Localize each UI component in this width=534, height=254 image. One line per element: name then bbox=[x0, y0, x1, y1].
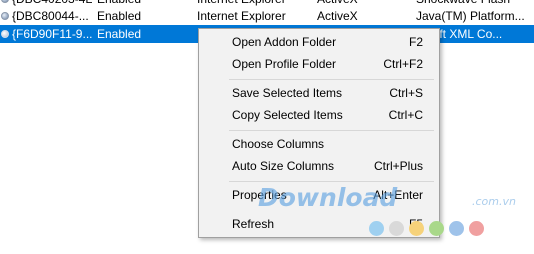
menu-item-open-profile-folder[interactable]: Open Profile Folder Ctrl+F2 bbox=[201, 54, 437, 74]
addon-status-cell: Enabled bbox=[97, 9, 142, 23]
menu-item-shortcut: Ctrl+S bbox=[389, 86, 423, 100]
menu-item-shortcut: Ctrl+C bbox=[388, 108, 423, 122]
addon-icon bbox=[1, 30, 9, 38]
addon-description-cell: Java(TM) Platform... bbox=[416, 9, 525, 23]
menu-item-label: Open Profile Folder bbox=[232, 57, 337, 71]
menu-item-properties[interactable]: Properties Alt+Enter bbox=[201, 185, 437, 205]
menu-item-auto-size-columns[interactable]: Auto Size Columns Ctrl+Plus bbox=[201, 156, 437, 176]
menu-item-choose-columns[interactable]: Choose Columns bbox=[201, 134, 437, 154]
addon-type-cell: ActiveX bbox=[317, 9, 358, 23]
menu-separator bbox=[229, 79, 434, 80]
menu-item-label: Copy Selected Items bbox=[232, 108, 343, 122]
addon-name-cell: {F6D90F11-9... bbox=[12, 27, 92, 41]
addon-browser-cell: Internet Explorer bbox=[197, 9, 286, 23]
menu-item-label: Refresh bbox=[232, 217, 275, 231]
menu-item-refresh[interactable]: Refresh F5 bbox=[201, 214, 437, 234]
context-menu: Open Addon Folder F2 Open Profile Folder… bbox=[198, 28, 440, 238]
menu-item-label: Open Addon Folder bbox=[232, 35, 337, 49]
menu-item-label: Save Selected Items bbox=[232, 86, 343, 100]
addon-icon bbox=[1, 0, 9, 3]
menu-item-copy-selected-items[interactable]: Copy Selected Items Ctrl+C bbox=[201, 105, 437, 125]
addon-icon bbox=[1, 12, 9, 20]
menu-item-save-selected-items[interactable]: Save Selected Items Ctrl+S bbox=[201, 83, 437, 103]
menu-separator bbox=[229, 130, 434, 131]
menu-item-shortcut: F2 bbox=[408, 35, 423, 49]
menu-item-shortcut: F5 bbox=[408, 217, 423, 231]
menu-item-open-addon-folder[interactable]: Open Addon Folder F2 bbox=[201, 32, 437, 52]
list-row[interactable]: {DBC80044-... Enabled Internet Explorer … bbox=[0, 7, 534, 25]
menu-separator bbox=[229, 181, 434, 182]
menu-item-shortcut: Alt+Enter bbox=[373, 188, 423, 202]
menu-item-shortcut: Ctrl+F2 bbox=[383, 57, 423, 71]
addon-status-cell: Enabled bbox=[97, 27, 142, 41]
menu-item-shortcut: Ctrl+Plus bbox=[373, 159, 423, 173]
menu-item-label: Choose Columns bbox=[232, 137, 325, 151]
addon-name-cell: {DBC80044-... bbox=[12, 9, 89, 23]
menu-item-label: Properties bbox=[232, 188, 287, 202]
menu-item-label: Auto Size Columns bbox=[232, 159, 335, 173]
